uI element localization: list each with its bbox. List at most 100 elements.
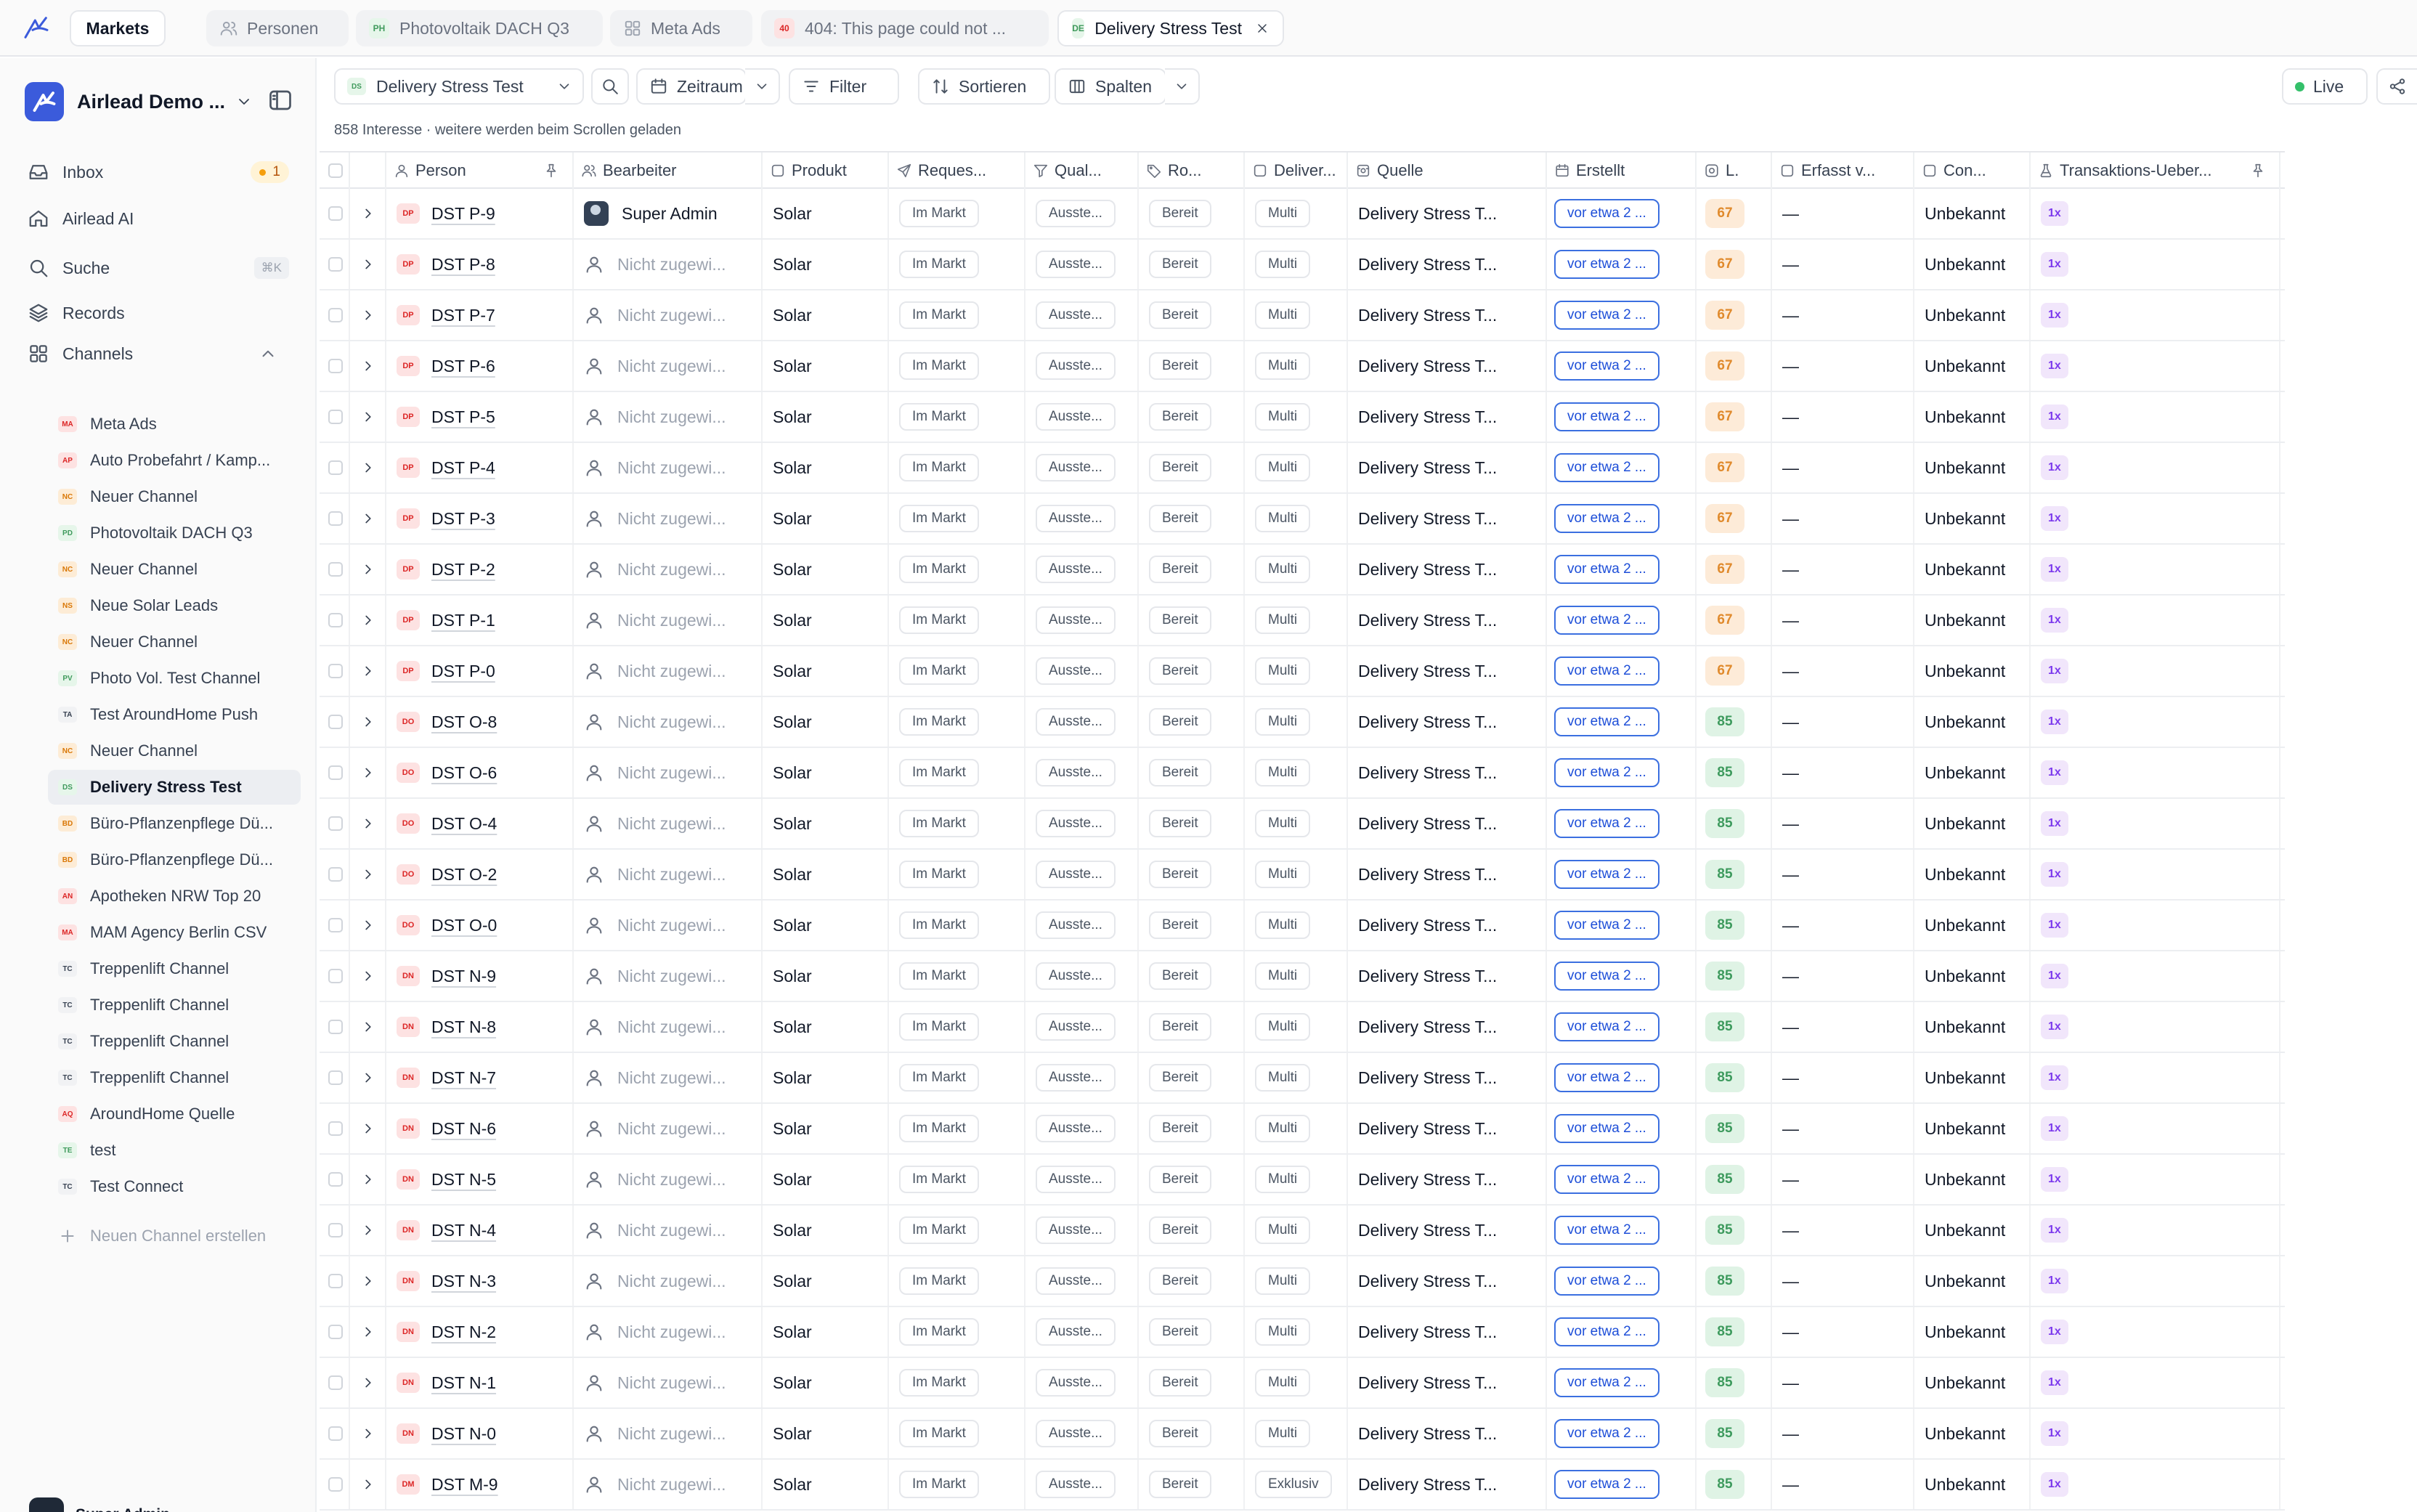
row-expand-cell[interactable] [350, 850, 386, 899]
assignee-cell[interactable]: Nicht zugewi... [574, 1206, 763, 1255]
close-icon[interactable] [1255, 21, 1270, 36]
chevron-right-icon[interactable] [360, 866, 376, 882]
delivery-pill[interactable]: Multi [1255, 1216, 1311, 1244]
product-cell[interactable]: Solar [763, 545, 889, 594]
erfasst-cell[interactable]: — [1772, 1053, 1914, 1102]
role-cell[interactable]: Bereit [1139, 494, 1245, 543]
delivery-pill[interactable]: Multi [1255, 606, 1311, 634]
source-cell[interactable]: Delivery Stress T... [1348, 646, 1547, 696]
request-status-pill[interactable]: Im Markt [899, 454, 979, 481]
channel-item[interactable]: AN Apotheken NRW Top 20 [48, 879, 301, 914]
table-row[interactable]: DP DST P-4 Nicht zugewi... Solar Im Markt Aus… [320, 443, 2285, 494]
chevron-right-icon[interactable] [360, 968, 376, 984]
lead-score-cell[interactable]: 85 [1697, 901, 1772, 950]
chevron-right-icon[interactable] [360, 358, 376, 374]
created-date-pill[interactable]: vor etwa 2 ... [1554, 1114, 1660, 1143]
request-cell[interactable]: Im Markt [889, 189, 1025, 238]
row-select-cell[interactable] [320, 189, 350, 238]
channel-item[interactable]: PV Photo Vol. Test Channel [48, 661, 301, 696]
assignee-cell[interactable]: Nicht zugewi... [574, 1053, 763, 1102]
request-status-pill[interactable]: Im Markt [899, 606, 979, 634]
column-header-con[interactable]: Con... [1914, 153, 2031, 189]
person-cell[interactable]: DP DST P-5 [386, 392, 574, 442]
request-status-pill[interactable]: Im Markt [899, 251, 979, 278]
role-pill[interactable]: Bereit [1149, 505, 1211, 532]
product-cell[interactable]: Solar [763, 1053, 889, 1102]
person-name[interactable]: DST O-6 [431, 763, 497, 783]
request-status-pill[interactable]: Im Markt [899, 1267, 979, 1295]
delivery-cell[interactable]: Multi [1245, 646, 1348, 696]
created-cell[interactable]: vor etwa 2 ... [1547, 1053, 1697, 1102]
request-cell[interactable]: Im Markt [889, 1256, 1025, 1306]
lead-score-cell[interactable]: 85 [1697, 1358, 1772, 1407]
created-date-pill[interactable]: vor etwa 2 ... [1554, 351, 1660, 381]
row-select-cell[interactable] [320, 901, 350, 950]
row-expand-cell[interactable] [350, 494, 386, 543]
row-select-cell[interactable] [320, 1155, 350, 1204]
chevron-right-icon[interactable] [360, 206, 376, 221]
person-cell[interactable]: DO DST O-0 [386, 901, 574, 950]
created-cell[interactable]: vor etwa 2 ... [1547, 443, 1697, 492]
row-checkbox[interactable] [328, 359, 343, 373]
channel-item[interactable]: AP Auto Probefahrt / Kamp... [48, 443, 301, 478]
qualification-cell[interactable]: Ausste... [1025, 1206, 1139, 1255]
erfasst-cell[interactable]: — [1772, 189, 1914, 238]
row-select-cell[interactable] [320, 545, 350, 594]
person-name[interactable]: DST O-0 [431, 916, 497, 935]
request-status-pill[interactable]: Im Markt [899, 708, 979, 736]
delivery-pill[interactable]: Multi [1255, 759, 1311, 787]
role-cell[interactable]: Bereit [1139, 850, 1245, 899]
product-cell[interactable]: Solar [763, 290, 889, 340]
created-cell[interactable]: vor etwa 2 ... [1547, 646, 1697, 696]
transaction-cell[interactable]: 1x [2031, 1409, 2280, 1458]
column-header-transaktions-ueber[interactable]: Transaktions-Ueber... [2031, 153, 2280, 189]
role-cell[interactable]: Bereit [1139, 545, 1245, 594]
row-expand-cell[interactable] [350, 1307, 386, 1357]
qualification-cell[interactable]: Ausste... [1025, 1256, 1139, 1306]
person-name[interactable]: DST O-2 [431, 865, 497, 885]
transaction-cell[interactable]: 1x [2031, 341, 2280, 391]
request-cell[interactable]: Im Markt [889, 494, 1025, 543]
delivery-cell[interactable]: Multi [1245, 1358, 1348, 1407]
request-status-pill[interactable]: Im Markt [899, 301, 979, 329]
tab-photovoltaik[interactable]: PH Photovoltaik DACH Q3 [356, 10, 603, 46]
request-cell[interactable]: Im Markt [889, 290, 1025, 340]
qualification-cell[interactable]: Ausste... [1025, 596, 1139, 645]
row-expand-cell[interactable] [350, 1256, 386, 1306]
created-date-pill[interactable]: vor etwa 2 ... [1554, 1267, 1660, 1296]
workspace-switcher[interactable]: Airlead Demo ... [25, 80, 253, 123]
channel-item[interactable]: TE test [48, 1133, 301, 1168]
source-cell[interactable]: Delivery Stress T... [1348, 748, 1547, 797]
tab-meta-ads[interactable]: Meta Ads [610, 10, 752, 46]
product-cell[interactable]: Solar [763, 951, 889, 1001]
contact-cell[interactable]: Unbekannt [1914, 1256, 2031, 1306]
request-cell[interactable]: Im Markt [889, 1307, 1025, 1357]
qualification-cell[interactable]: Ausste... [1025, 545, 1139, 594]
row-select-cell[interactable] [320, 1053, 350, 1102]
delivery-cell[interactable]: Multi [1245, 748, 1348, 797]
row-select-cell[interactable] [320, 290, 350, 340]
contact-cell[interactable]: Unbekannt [1914, 1104, 2031, 1153]
product-cell[interactable]: Solar [763, 596, 889, 645]
person-cell[interactable]: DO DST O-2 [386, 850, 574, 899]
request-cell[interactable]: Im Markt [889, 392, 1025, 442]
source-cell[interactable]: Delivery Stress T... [1348, 392, 1547, 442]
delivery-pill[interactable]: Multi [1255, 251, 1311, 278]
lead-score-cell[interactable]: 85 [1697, 697, 1772, 747]
assignee-cell[interactable]: Nicht zugewi... [574, 494, 763, 543]
transaction-cell[interactable]: 1x [2031, 1206, 2280, 1255]
source-cell[interactable]: Delivery Stress T... [1348, 1256, 1547, 1306]
lead-score-cell[interactable]: 67 [1697, 646, 1772, 696]
person-name[interactable]: DST N-8 [431, 1017, 496, 1037]
qualification-pill[interactable]: Ausste... [1036, 911, 1116, 939]
qualification-cell[interactable]: Ausste... [1025, 443, 1139, 492]
request-status-pill[interactable]: Im Markt [899, 1115, 979, 1142]
delivery-cell[interactable]: Multi [1245, 1409, 1348, 1458]
person-cell[interactable]: DM DST M-9 [386, 1460, 574, 1509]
qualification-pill[interactable]: Ausste... [1036, 1471, 1116, 1498]
request-cell[interactable]: Im Markt [889, 1155, 1025, 1204]
product-cell[interactable]: Solar [763, 799, 889, 848]
contact-cell[interactable]: Unbekannt [1914, 1155, 2031, 1204]
chevron-right-icon[interactable] [360, 1273, 376, 1289]
chevron-right-icon[interactable] [360, 917, 376, 933]
